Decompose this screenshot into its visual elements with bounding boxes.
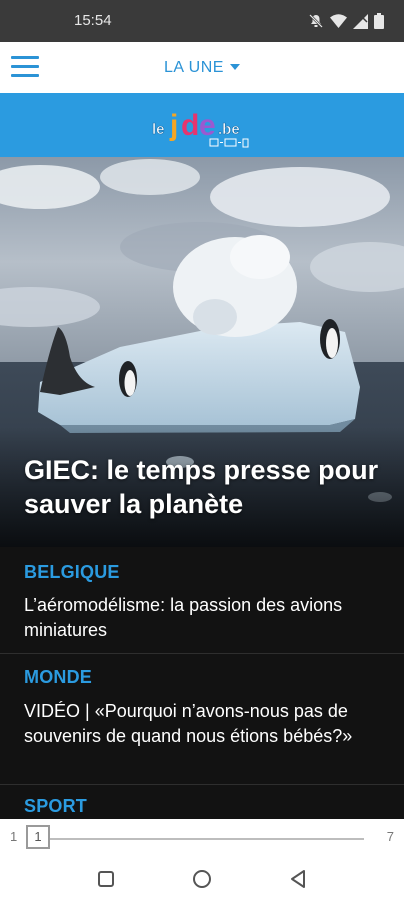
status-time: 15:54	[74, 12, 112, 29]
article-list: BELGIQUE L’aéromodélisme: la passion des…	[0, 547, 404, 819]
system-navigation-bar	[0, 857, 404, 900]
brand-bar: le j d e .be	[0, 93, 404, 157]
logo-j: j	[169, 109, 178, 142]
pager-track[interactable]	[40, 838, 364, 840]
back-triangle-icon	[291, 870, 305, 888]
back-button[interactable]	[286, 867, 310, 891]
app-header: LA UNE	[0, 42, 404, 93]
hero-title[interactable]: GIEC: le temps presse pour sauver la pla…	[24, 453, 384, 521]
status-bar: 15:54	[0, 0, 404, 42]
article-headline[interactable]: L’aéromodélisme: la passion des avions m…	[24, 593, 374, 643]
home-circle-icon	[193, 870, 211, 888]
article-category[interactable]: SPORT	[24, 796, 87, 817]
jde-logo[interactable]: le j d e .be	[150, 99, 256, 151]
list-item[interactable]: SPORT	[0, 785, 404, 819]
logo-le: le	[152, 121, 165, 138]
list-item[interactable]: MONDE VIDÉO | «Pourquoi n’avons-nous pas…	[0, 654, 404, 784]
recents-button[interactable]	[94, 867, 118, 891]
pager-thumb[interactable]: 1	[26, 825, 50, 849]
caret-down-icon	[229, 63, 240, 70]
wifi-icon	[330, 14, 347, 28]
page-slider[interactable]: 1 1 7	[0, 819, 404, 857]
article-category[interactable]: MONDE	[24, 667, 92, 688]
pager-last-number: 7	[386, 829, 394, 844]
section-selector-label: LA UNE	[164, 59, 224, 76]
battery-icon	[374, 13, 384, 29]
home-button[interactable]	[190, 867, 214, 891]
list-item[interactable]: BELGIQUE L’aéromodélisme: la passion des…	[0, 547, 404, 653]
media-devices-icon	[209, 138, 249, 148]
logo-d: d	[181, 109, 199, 142]
logo-be: .be	[218, 121, 240, 138]
do-not-disturb-icon	[308, 13, 324, 29]
article-headline[interactable]: VIDÉO | «Pourquoi n’avons-nous pas de so…	[24, 699, 374, 749]
article-category[interactable]: BELGIQUE	[24, 562, 120, 583]
signal-icon	[353, 13, 368, 29]
recents-square-icon	[98, 871, 114, 887]
logo-e: e	[199, 109, 216, 142]
section-selector[interactable]: LA UNE	[0, 59, 404, 77]
hero-article[interactable]: GIEC: le temps presse pour sauver la pla…	[0, 157, 404, 547]
pager-first-number: 1	[10, 829, 18, 844]
status-icons	[308, 12, 384, 30]
